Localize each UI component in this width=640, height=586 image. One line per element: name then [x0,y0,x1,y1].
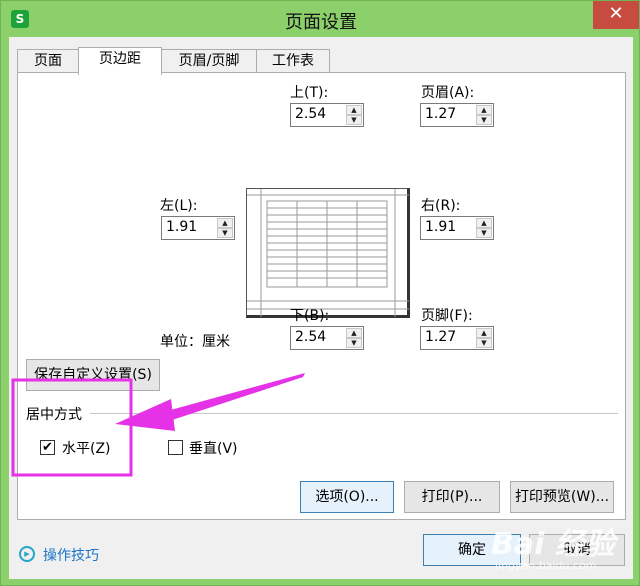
spin-down-icon[interactable]: ▼ [476,338,492,348]
horizontal-checkbox[interactable]: ✔ [40,440,55,455]
tab-header-footer[interactable]: 页眉/页脚 [161,49,257,73]
spin-down-icon[interactable]: ▼ [476,228,492,238]
spin-down-icon[interactable]: ▼ [346,115,362,125]
spin-down-icon[interactable]: ▼ [217,228,233,238]
tab-margins[interactable]: 页边距 [78,47,162,75]
footer-margin-label: 页脚(F): [421,308,473,324]
play-icon: ▶ [19,546,35,562]
vertical-checkbox[interactable] [168,440,183,455]
options-button[interactable]: 选项(O)... [300,481,394,513]
right-margin-value[interactable]: 1.91 [425,219,456,235]
spin-up-icon[interactable]: ▲ [476,328,492,338]
header-margin-value[interactable]: 1.27 [425,106,456,122]
dialog-body: 页面 页边距 页眉/页脚 工作表 上(T): 2.54 ▲ ▼ 页眉(A): 1.… [9,37,633,579]
vertical-label[interactable]: 垂直(V) [189,438,238,458]
watermark: Bai 经验 jingyan.baidu.com [491,519,631,585]
spin-up-icon[interactable]: ▲ [476,105,492,115]
print-preview-button[interactable]: 打印预览(W)... [510,481,614,513]
left-margin-label: 左(L): [160,198,198,214]
spin-up-icon[interactable]: ▲ [476,218,492,228]
tips-label[interactable]: 操作技巧 [43,545,99,565]
bottom-margin-value[interactable]: 2.54 [295,329,326,345]
horizontal-label[interactable]: 水平(Z) [62,438,111,458]
header-margin-label: 页眉(A): [421,85,475,101]
footer-margin-spinner[interactable]: 1.27 ▲ ▼ [420,326,494,350]
group-divider [90,413,618,414]
top-margin-label: 上(T): [290,85,329,101]
unit-label: 单位：厘米 [160,334,230,350]
tab-page[interactable]: 页面 [17,49,79,73]
top-margin-spinner[interactable]: 2.54 ▲ ▼ [290,103,364,127]
watermark-sub: jingyan.baidu.com [495,559,597,572]
tab-sheet[interactable]: 工作表 [256,49,330,73]
top-margin-value[interactable]: 2.54 [295,106,326,122]
right-margin-spinner[interactable]: 1.91 ▲ ▼ [420,216,494,240]
bottom-margin-spinner[interactable]: 2.54 ▲ ▼ [290,326,364,350]
right-margin-label: 右(R): [421,198,461,214]
footer-margin-value[interactable]: 1.27 [425,329,456,345]
header-margin-spinner[interactable]: 1.27 ▲ ▼ [420,103,494,127]
title-bar[interactable]: S 页面设置 ✕ [1,1,640,37]
print-button[interactable]: 打印(P)... [404,481,500,513]
center-group-label: 居中方式 [26,407,82,423]
spin-down-icon[interactable]: ▼ [346,338,362,348]
margins-panel: 上(T): 2.54 ▲ ▼ 页眉(A): 1.27 ▲ ▼ 左(L): 1.91 … [17,72,626,520]
watermark-main: Bai 经验 [491,527,615,562]
dialog-window: S 页面设置 ✕ 页面 页边距 页眉/页脚 工作表 上(T): 2.54 ▲ ▼ … [0,0,640,586]
page-preview [246,188,410,318]
close-button[interactable]: ✕ [593,1,639,29]
left-margin-spinner[interactable]: 1.91 ▲ ▼ [161,216,235,240]
spin-up-icon[interactable]: ▲ [346,328,362,338]
bottom-margin-label: 下(B): [290,308,330,324]
save-custom-settings-button[interactable]: 保存自定义设置(S) [26,359,160,391]
spin-up-icon[interactable]: ▲ [346,105,362,115]
dialog-title: 页面设置 [285,12,357,33]
spin-up-icon[interactable]: ▲ [217,218,233,228]
spin-down-icon[interactable]: ▼ [476,115,492,125]
left-margin-value[interactable]: 1.91 [166,219,197,235]
